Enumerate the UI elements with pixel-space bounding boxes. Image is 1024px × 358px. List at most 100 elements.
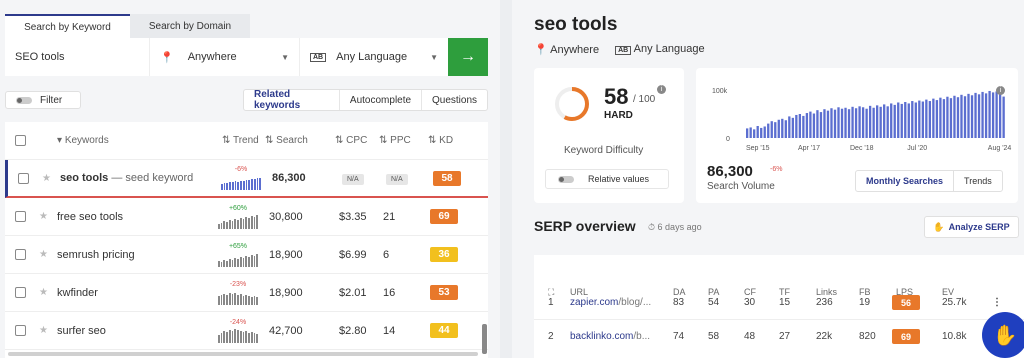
row-checkbox[interactable] xyxy=(15,287,26,298)
header-trend[interactable]: ⇅ Trend xyxy=(222,135,259,146)
vertical-scrollbar[interactable] xyxy=(482,324,487,354)
tab-related-keywords[interactable]: Related keywords xyxy=(244,89,340,111)
table-row[interactable]: ★ seo tools — seed keyword -6% 86,300 N/… xyxy=(5,160,488,198)
tab-autocomplete[interactable]: Autocomplete xyxy=(340,90,422,110)
clock-icon: ⏱ xyxy=(648,222,656,232)
filter-toggle[interactable]: Filter xyxy=(5,91,81,109)
keyword-cell[interactable]: semrush pricing xyxy=(57,249,135,261)
serp-n-cell: 2 xyxy=(548,331,554,342)
language-value: Any Language xyxy=(336,51,408,63)
serp-links-cell: 236 xyxy=(816,297,833,308)
horizontal-scrollbar[interactable] xyxy=(8,352,478,356)
volume-bar xyxy=(921,101,924,138)
serp-fb-cell: 19 xyxy=(859,297,871,308)
serp-tf-cell: 27 xyxy=(779,331,791,342)
waving-hand-icon: ✋ xyxy=(992,324,1018,347)
trend-cell: -6% xyxy=(221,166,262,190)
language-icon: AB xyxy=(615,46,632,55)
serp-url-link[interactable]: backlinko.com/b... xyxy=(570,331,650,342)
header-cpc[interactable]: ⇅ CPC xyxy=(335,135,367,146)
star-icon[interactable]: ★ xyxy=(42,173,51,184)
header-kd[interactable]: ⇅ KD xyxy=(428,135,453,146)
tab-questions[interactable]: Questions xyxy=(422,90,487,110)
serp-da-cell: 74 xyxy=(673,331,685,342)
keyword-input[interactable]: SEO tools xyxy=(5,38,150,76)
location-select[interactable]: 📍 Anywhere ▼ xyxy=(150,38,300,76)
volume-bar xyxy=(746,128,749,138)
volume-bar xyxy=(872,107,875,138)
filter-label: Filter xyxy=(40,94,63,106)
volume-bar xyxy=(756,126,759,138)
row-checkbox[interactable] xyxy=(15,325,26,336)
volume-bar xyxy=(984,93,988,138)
volume-bar xyxy=(956,97,960,138)
chevron-down-icon: ▼ xyxy=(430,52,438,62)
info-icon[interactable]: i xyxy=(657,85,666,94)
volume-bar xyxy=(802,115,805,138)
kd-max: / 100 xyxy=(633,94,656,105)
lps-badge: 56 xyxy=(892,295,920,310)
header-search[interactable]: ⇅ Search xyxy=(265,135,308,146)
star-icon[interactable]: ★ xyxy=(39,287,48,298)
trend-cell: -23% xyxy=(218,281,259,305)
volume-bar xyxy=(851,106,854,138)
kd-badge: 58 xyxy=(433,170,461,186)
header-ppc[interactable]: ⇅ PPC xyxy=(379,135,411,146)
row-checkbox[interactable] xyxy=(18,172,29,184)
volume-bar xyxy=(928,101,932,138)
ppc-cell: N/A xyxy=(386,172,408,185)
volume-bar xyxy=(939,97,942,138)
tab-trends[interactable]: Trends xyxy=(954,171,1002,191)
cpc-cell: $2.01 xyxy=(339,286,367,299)
row-checkbox[interactable] xyxy=(15,249,26,260)
y-tick-label: 100k xyxy=(712,88,728,95)
table-row[interactable]: ★ free seo tools +60% 30,800 $3.35 21 69 xyxy=(5,198,488,236)
volume-bar xyxy=(963,96,967,138)
chat-help-button[interactable]: ✋ xyxy=(982,312,1024,358)
ppc-cell: 16 xyxy=(383,286,396,299)
volume-bar xyxy=(974,92,977,138)
volume-bar xyxy=(826,110,830,138)
tab-search-by-keyword[interactable]: Search by Keyword xyxy=(5,14,130,38)
header-keywords[interactable]: ▾ Keywords xyxy=(57,135,109,146)
star-icon[interactable]: ★ xyxy=(39,211,48,222)
star-icon[interactable]: ★ xyxy=(39,325,48,336)
serp-header-da: DA xyxy=(673,287,686,297)
serp-links-cell: 22k xyxy=(816,331,833,342)
kd-badge: 53 xyxy=(430,285,458,300)
more-options-icon[interactable]: ⋮ xyxy=(992,297,1002,308)
volume-bar xyxy=(995,91,998,138)
relative-values-toggle[interactable]: Relative values xyxy=(545,169,669,189)
trend-percent: -6% xyxy=(234,166,248,173)
volume-bar xyxy=(981,91,984,138)
keyword-cell[interactable]: free seo tools xyxy=(57,211,123,223)
volume-bar xyxy=(798,114,802,138)
volume-bar xyxy=(914,102,917,138)
volume-bar xyxy=(886,106,889,138)
ppc-cell: 6 xyxy=(383,248,390,261)
kd-badge: 44 xyxy=(430,323,458,338)
keyword-cell[interactable]: seo tools — seed keyword xyxy=(60,172,193,184)
table-row[interactable]: ★ kwfinder -23% 18,900 $2.01 16 53 xyxy=(5,274,488,312)
info-icon[interactable]: i xyxy=(996,86,1005,95)
serp-header-url: URL xyxy=(570,287,589,297)
serp-ev-cell: 25.7k xyxy=(942,297,967,308)
volume-bar xyxy=(918,100,921,138)
select-all-checkbox[interactable] xyxy=(15,135,26,146)
star-icon[interactable]: ★ xyxy=(39,249,48,260)
volume-bar xyxy=(763,126,766,138)
language-select[interactable]: AB Any Language ▼ xyxy=(300,38,448,76)
serp-url-link[interactable]: zapier.com/blog/... xyxy=(570,297,651,308)
keyword-cell[interactable]: kwfinder xyxy=(57,287,98,299)
keyword-cell[interactable]: surfer seo xyxy=(57,325,106,337)
tab-monthly-searches[interactable]: Monthly Searches xyxy=(856,171,955,191)
volume-bar xyxy=(953,95,956,138)
analyze-serp-button[interactable]: ✋ Analyze SERP xyxy=(924,216,1019,238)
row-checkbox[interactable] xyxy=(15,211,26,222)
ppc-na: N/A xyxy=(386,174,408,185)
tab-search-by-domain[interactable]: Search by Domain xyxy=(130,14,250,38)
volume-bar xyxy=(967,93,970,138)
search-go-button[interactable]: → xyxy=(448,38,488,76)
table-row[interactable]: ★ surfer seo -24% 42,700 $2.80 14 44 xyxy=(5,312,488,350)
table-row[interactable]: ★ semrush pricing +65% 18,900 $6.99 6 36 xyxy=(5,236,488,274)
